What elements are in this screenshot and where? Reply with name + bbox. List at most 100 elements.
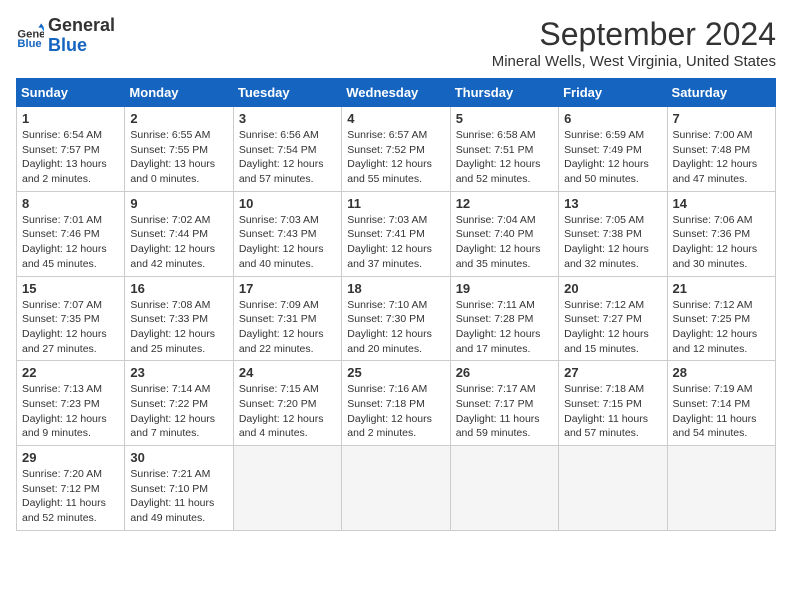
calendar-day-cell: 4 Sunrise: 6:57 AM Sunset: 7:52 PM Daylig… [342, 107, 450, 192]
day-info: Sunrise: 7:09 AM Sunset: 7:31 PM Dayligh… [239, 298, 336, 357]
day-info: Sunrise: 7:15 AM Sunset: 7:20 PM Dayligh… [239, 382, 336, 441]
calendar-day-cell: 5 Sunrise: 6:58 AM Sunset: 7:51 PM Daylig… [450, 107, 558, 192]
calendar-week-row: 29 Sunrise: 7:20 AM Sunset: 7:12 PM Dayli… [17, 446, 776, 531]
page-header: General Blue General Blue September 2024… [16, 16, 776, 70]
calendar-day-cell: 14 Sunrise: 7:06 AM Sunset: 7:36 PM Dayli… [667, 191, 775, 276]
day-number: 9 [130, 196, 227, 211]
day-info: Sunrise: 7:14 AM Sunset: 7:22 PM Dayligh… [130, 382, 227, 441]
day-number: 2 [130, 111, 227, 126]
day-info: Sunrise: 7:18 AM Sunset: 7:15 PM Dayligh… [564, 382, 661, 441]
day-info: Sunrise: 6:59 AM Sunset: 7:49 PM Dayligh… [564, 128, 661, 187]
calendar-day-cell: 12Sunrise: 7:04 AM Sunset: 7:40 PM Dayli… [450, 191, 558, 276]
day-info: Sunrise: 7:10 AM Sunset: 7:30 PM Dayligh… [347, 298, 444, 357]
calendar-day-cell: 18Sunrise: 7:10 AM Sunset: 7:30 PM Dayli… [342, 276, 450, 361]
calendar-day-cell: 10 Sunrise: 7:03 AM Sunset: 7:43 PM Dayli… [233, 191, 341, 276]
day-number: 23 [130, 365, 227, 380]
day-info: Sunrise: 7:21 AM Sunset: 7:10 PM Dayligh… [130, 467, 227, 526]
calendar-day-cell: 29 Sunrise: 7:20 AM Sunset: 7:12 PM Dayli… [17, 446, 125, 531]
calendar-day-cell: 15 Sunrise: 7:07 AM Sunset: 7:35 PM Dayli… [17, 276, 125, 361]
calendar-day-cell [559, 446, 667, 531]
calendar-week-row: 1 Sunrise: 6:54 AM Sunset: 7:57 PM Daylig… [17, 107, 776, 192]
calendar-day-cell [667, 446, 775, 531]
logo-text-general: General [48, 16, 115, 36]
day-number: 24 [239, 365, 336, 380]
day-info: Sunrise: 6:55 AM Sunset: 7:55 PM Dayligh… [130, 128, 227, 187]
day-number: 12 [456, 196, 553, 211]
day-info: Sunrise: 7:08 AM Sunset: 7:33 PM Dayligh… [130, 298, 227, 357]
day-info: Sunrise: 7:13 AM Sunset: 7:23 PM Dayligh… [22, 382, 119, 441]
day-number: 19 [456, 281, 553, 296]
calendar-day-cell: 1 Sunrise: 6:54 AM Sunset: 7:57 PM Daylig… [17, 107, 125, 192]
day-of-week-header: Monday [125, 79, 233, 107]
day-number: 6 [564, 111, 661, 126]
day-info: Sunrise: 7:17 AM Sunset: 7:17 PM Dayligh… [456, 382, 553, 441]
day-number: 30 [130, 450, 227, 465]
calendar-week-row: 8 Sunrise: 7:01 AM Sunset: 7:46 PM Daylig… [17, 191, 776, 276]
day-number: 3 [239, 111, 336, 126]
day-number: 10 [239, 196, 336, 211]
day-number: 8 [22, 196, 119, 211]
calendar-day-cell: 24 Sunrise: 7:15 AM Sunset: 7:20 PM Dayli… [233, 361, 341, 446]
logo-icon: General Blue [16, 22, 44, 50]
calendar-day-cell: 21Sunrise: 7:12 AM Sunset: 7:25 PM Dayli… [667, 276, 775, 361]
day-number: 21 [673, 281, 770, 296]
calendar-day-cell: 26 Sunrise: 7:17 AM Sunset: 7:17 PM Dayli… [450, 361, 558, 446]
day-number: 5 [456, 111, 553, 126]
calendar-day-cell: 8 Sunrise: 7:01 AM Sunset: 7:46 PM Daylig… [17, 191, 125, 276]
day-of-week-header: Tuesday [233, 79, 341, 107]
day-info: Sunrise: 7:03 AM Sunset: 7:41 PM Dayligh… [347, 213, 444, 272]
calendar-week-row: 15 Sunrise: 7:07 AM Sunset: 7:35 PM Dayli… [17, 276, 776, 361]
logo: General Blue General Blue [16, 16, 115, 56]
calendar-day-cell: 2 Sunrise: 6:55 AM Sunset: 7:55 PM Daylig… [125, 107, 233, 192]
day-number: 11 [347, 196, 444, 211]
day-info: Sunrise: 7:01 AM Sunset: 7:46 PM Dayligh… [22, 213, 119, 272]
day-info: Sunrise: 7:03 AM Sunset: 7:43 PM Dayligh… [239, 213, 336, 272]
day-info: Sunrise: 7:06 AM Sunset: 7:36 PM Dayligh… [673, 213, 770, 272]
day-number: 26 [456, 365, 553, 380]
day-number: 25 [347, 365, 444, 380]
calendar-day-cell: 17 Sunrise: 7:09 AM Sunset: 7:31 PM Dayli… [233, 276, 341, 361]
day-info: Sunrise: 6:54 AM Sunset: 7:57 PM Dayligh… [22, 128, 119, 187]
calendar-day-cell: 25 Sunrise: 7:16 AM Sunset: 7:18 PM Dayli… [342, 361, 450, 446]
location-subtitle: Mineral Wells, West Virginia, United Sta… [492, 53, 776, 70]
calendar-day-cell: 13 Sunrise: 7:05 AM Sunset: 7:38 PM Dayli… [559, 191, 667, 276]
calendar-day-cell: 28Sunrise: 7:19 AM Sunset: 7:14 PM Dayli… [667, 361, 775, 446]
svg-text:Blue: Blue [17, 38, 41, 50]
day-number: 17 [239, 281, 336, 296]
day-number: 1 [22, 111, 119, 126]
day-info: Sunrise: 7:16 AM Sunset: 7:18 PM Dayligh… [347, 382, 444, 441]
logo-text-blue: Blue [48, 36, 115, 56]
calendar-day-cell: 7 Sunrise: 7:00 AM Sunset: 7:48 PM Daylig… [667, 107, 775, 192]
calendar-table: SundayMondayTuesdayWednesdayThursdayFrid… [16, 78, 776, 531]
calendar-day-cell: 19Sunrise: 7:11 AM Sunset: 7:28 PM Dayli… [450, 276, 558, 361]
day-info: Sunrise: 7:07 AM Sunset: 7:35 PM Dayligh… [22, 298, 119, 357]
day-number: 7 [673, 111, 770, 126]
day-of-week-header: Wednesday [342, 79, 450, 107]
calendar-day-cell: 3Sunrise: 6:56 AM Sunset: 7:54 PM Daylig… [233, 107, 341, 192]
day-number: 15 [22, 281, 119, 296]
day-number: 13 [564, 196, 661, 211]
day-info: Sunrise: 6:57 AM Sunset: 7:52 PM Dayligh… [347, 128, 444, 187]
day-info: Sunrise: 7:12 AM Sunset: 7:27 PM Dayligh… [564, 298, 661, 357]
day-of-week-header: Thursday [450, 79, 558, 107]
calendar-day-cell: 30 Sunrise: 7:21 AM Sunset: 7:10 PM Dayli… [125, 446, 233, 531]
day-info: Sunrise: 7:05 AM Sunset: 7:38 PM Dayligh… [564, 213, 661, 272]
day-info: Sunrise: 6:58 AM Sunset: 7:51 PM Dayligh… [456, 128, 553, 187]
day-number: 4 [347, 111, 444, 126]
calendar-day-cell: 11 Sunrise: 7:03 AM Sunset: 7:41 PM Dayli… [342, 191, 450, 276]
calendar-day-cell: 27Sunrise: 7:18 AM Sunset: 7:15 PM Dayli… [559, 361, 667, 446]
day-info: Sunrise: 7:19 AM Sunset: 7:14 PM Dayligh… [673, 382, 770, 441]
day-info: Sunrise: 7:20 AM Sunset: 7:12 PM Dayligh… [22, 467, 119, 526]
day-of-week-header: Saturday [667, 79, 775, 107]
calendar-day-cell: 6 Sunrise: 6:59 AM Sunset: 7:49 PM Daylig… [559, 107, 667, 192]
day-number: 20 [564, 281, 661, 296]
day-of-week-header: Friday [559, 79, 667, 107]
day-number: 14 [673, 196, 770, 211]
month-title: September 2024 [492, 16, 776, 53]
day-number: 22 [22, 365, 119, 380]
day-number: 29 [22, 450, 119, 465]
day-info: Sunrise: 7:00 AM Sunset: 7:48 PM Dayligh… [673, 128, 770, 187]
calendar-day-cell: 9Sunrise: 7:02 AM Sunset: 7:44 PM Daylig… [125, 191, 233, 276]
calendar-day-cell: 22 Sunrise: 7:13 AM Sunset: 7:23 PM Dayli… [17, 361, 125, 446]
day-number: 16 [130, 281, 227, 296]
